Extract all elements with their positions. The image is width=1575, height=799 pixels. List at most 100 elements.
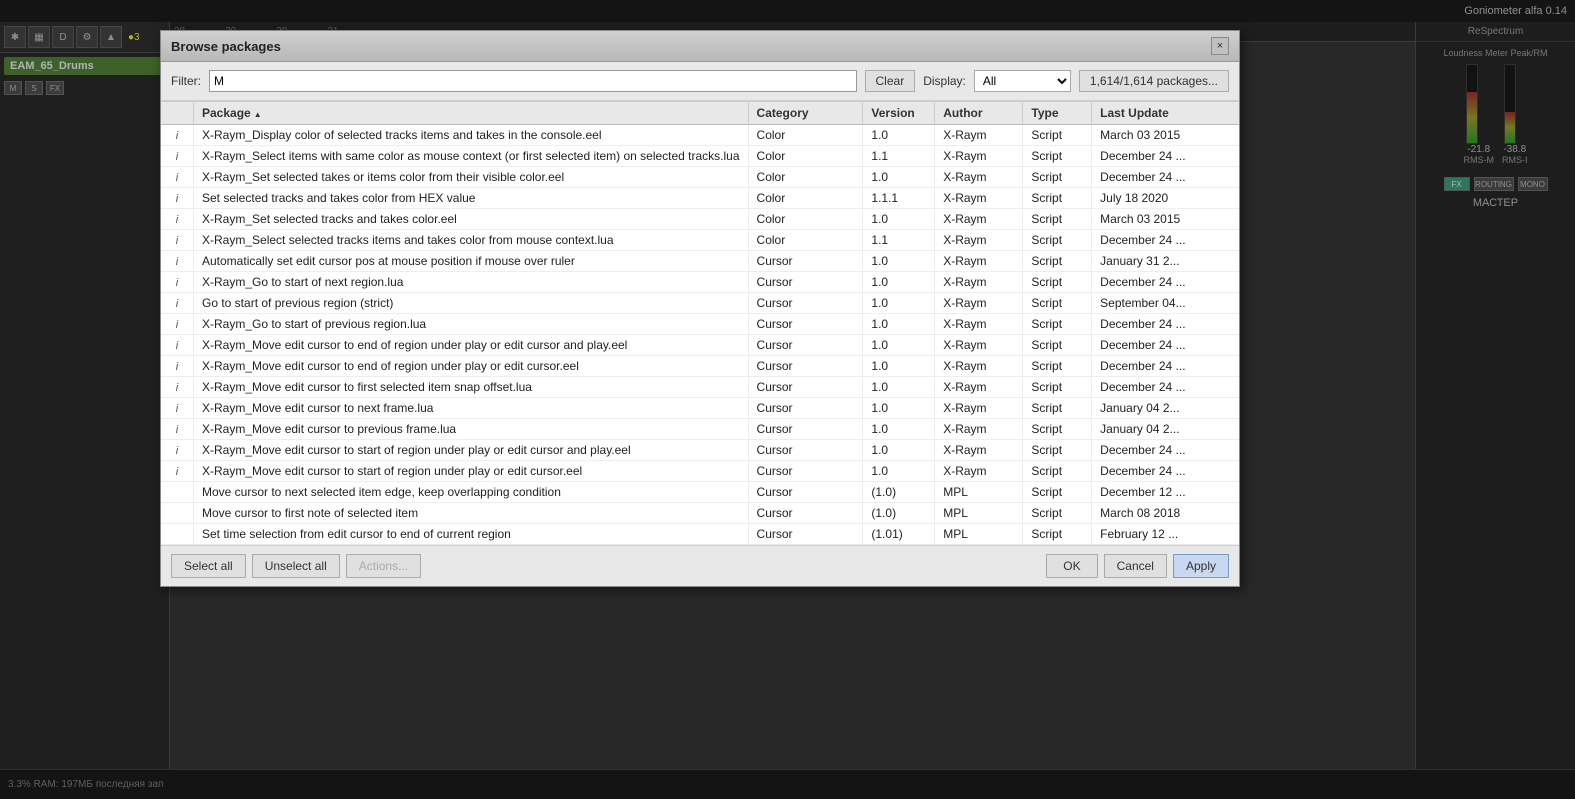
row-author: X-Raym bbox=[935, 314, 1023, 335]
row-version: 1.1 bbox=[863, 230, 935, 251]
row-type: Script bbox=[1023, 419, 1092, 440]
row-package: X-Raym_Display color of selected tracks … bbox=[194, 125, 749, 146]
col-header-package[interactable]: Package▲ bbox=[194, 102, 749, 125]
table-row[interactable]: i X-Raym_Display color of selected track… bbox=[161, 125, 1239, 146]
table-row[interactable]: i X-Raym_Select selected tracks items an… bbox=[161, 230, 1239, 251]
table-row[interactable]: i X-Raym_Move edit cursor to next frame.… bbox=[161, 398, 1239, 419]
row-type: Script bbox=[1023, 335, 1092, 356]
row-lastupdate: December 24 ... bbox=[1092, 335, 1239, 356]
row-lastupdate: December 24 ... bbox=[1092, 377, 1239, 398]
row-author: X-Raym bbox=[935, 125, 1023, 146]
row-version: 1.0 bbox=[863, 251, 935, 272]
row-package: X-Raym_Move edit cursor to end of region… bbox=[194, 335, 749, 356]
row-lastupdate: January 31 2... bbox=[1092, 251, 1239, 272]
row-package: X-Raym_Move edit cursor to start of regi… bbox=[194, 461, 749, 482]
row-type: Script bbox=[1023, 440, 1092, 461]
table-row[interactable]: i X-Raym_Move edit cursor to end of regi… bbox=[161, 335, 1239, 356]
browse-packages-dialog: Browse packages × Filter: Clear Display:… bbox=[160, 30, 1240, 587]
row-icon: i bbox=[161, 398, 194, 419]
row-version: 1.0 bbox=[863, 167, 935, 188]
apply-button[interactable]: Apply bbox=[1173, 554, 1229, 578]
table-row[interactable]: i Go to start of previous region (strict… bbox=[161, 293, 1239, 314]
row-category: Cursor bbox=[748, 356, 863, 377]
packages-table-body: i X-Raym_Display color of selected track… bbox=[161, 125, 1239, 545]
row-category: Cursor bbox=[748, 293, 863, 314]
row-category: Cursor bbox=[748, 314, 863, 335]
row-type: Script bbox=[1023, 230, 1092, 251]
row-icon: i bbox=[161, 335, 194, 356]
packages-count-button[interactable]: 1,614/1,614 packages... bbox=[1079, 70, 1229, 92]
row-category: Cursor bbox=[748, 398, 863, 419]
col-header-author[interactable]: Author bbox=[935, 102, 1023, 125]
row-type: Script bbox=[1023, 272, 1092, 293]
table-row[interactable]: i X-Raym_Set selected tracks and takes c… bbox=[161, 209, 1239, 230]
row-version: 1.0 bbox=[863, 440, 935, 461]
unselect-all-button[interactable]: Unselect all bbox=[252, 554, 340, 578]
col-header-lastupdate[interactable]: Last Update bbox=[1092, 102, 1239, 125]
row-lastupdate: March 03 2015 bbox=[1092, 209, 1239, 230]
row-package: X-Raym_Select items with same color as m… bbox=[194, 146, 749, 167]
filter-label: Filter: bbox=[171, 74, 201, 88]
table-row[interactable]: i X-Raym_Select items with same color as… bbox=[161, 146, 1239, 167]
dialog-close-button[interactable]: × bbox=[1211, 37, 1229, 55]
row-package: Move cursor to first note of selected it… bbox=[194, 503, 749, 524]
row-version: (1.0) bbox=[863, 503, 935, 524]
row-lastupdate: December 24 ... bbox=[1092, 356, 1239, 377]
row-type: Script bbox=[1023, 524, 1092, 545]
row-icon: i bbox=[161, 125, 194, 146]
col-header-version[interactable]: Version bbox=[863, 102, 935, 125]
clear-button[interactable]: Clear bbox=[865, 70, 916, 92]
col-header-category[interactable]: Category bbox=[748, 102, 863, 125]
row-author: X-Raym bbox=[935, 188, 1023, 209]
table-row[interactable]: i X-Raym_Set selected takes or items col… bbox=[161, 167, 1239, 188]
table-row[interactable]: i Automatically set edit cursor pos at m… bbox=[161, 251, 1239, 272]
table-row[interactable]: Move cursor to next selected item edge, … bbox=[161, 482, 1239, 503]
row-author: X-Raym bbox=[935, 209, 1023, 230]
row-icon: i bbox=[161, 356, 194, 377]
row-version: 1.1.1 bbox=[863, 188, 935, 209]
table-row[interactable]: i X-Raym_Move edit cursor to start of re… bbox=[161, 440, 1239, 461]
row-author: X-Raym bbox=[935, 146, 1023, 167]
row-icon: i bbox=[161, 230, 194, 251]
cancel-button[interactable]: Cancel bbox=[1104, 554, 1167, 578]
row-type: Script bbox=[1023, 482, 1092, 503]
table-row[interactable]: i Set selected tracks and takes color fr… bbox=[161, 188, 1239, 209]
display-select[interactable]: All Installed Not Installed bbox=[974, 70, 1071, 92]
dialog-overlay: Browse packages × Filter: Clear Display:… bbox=[0, 0, 1575, 799]
row-lastupdate: February 12 ... bbox=[1092, 524, 1239, 545]
table-row[interactable]: Move cursor to first note of selected it… bbox=[161, 503, 1239, 524]
actions-button[interactable]: Actions... bbox=[346, 554, 421, 578]
row-category: Color bbox=[748, 209, 863, 230]
table-row[interactable]: i X-Raym_Go to start of previous region.… bbox=[161, 314, 1239, 335]
row-author: X-Raym bbox=[935, 356, 1023, 377]
row-author: X-Raym bbox=[935, 461, 1023, 482]
row-type: Script bbox=[1023, 146, 1092, 167]
row-lastupdate: March 03 2015 bbox=[1092, 125, 1239, 146]
table-row[interactable]: Set time selection from edit cursor to e… bbox=[161, 524, 1239, 545]
table-row[interactable]: i X-Raym_Move edit cursor to end of regi… bbox=[161, 356, 1239, 377]
table-row[interactable]: i X-Raym_Go to start of next region.lua … bbox=[161, 272, 1239, 293]
ok-button[interactable]: OK bbox=[1046, 554, 1097, 578]
filter-input[interactable] bbox=[209, 70, 857, 92]
table-row[interactable]: i X-Raym_Move edit cursor to first selec… bbox=[161, 377, 1239, 398]
row-version: 1.0 bbox=[863, 125, 935, 146]
row-category: Cursor bbox=[748, 377, 863, 398]
dialog-title-bar[interactable]: Browse packages × bbox=[161, 31, 1239, 62]
table-row[interactable]: i X-Raym_Move edit cursor to start of re… bbox=[161, 461, 1239, 482]
row-author: X-Raym bbox=[935, 377, 1023, 398]
row-package: Set selected tracks and takes color from… bbox=[194, 188, 749, 209]
table-row[interactable]: i X-Raym_Move edit cursor to previous fr… bbox=[161, 419, 1239, 440]
row-category: Color bbox=[748, 188, 863, 209]
row-icon: i bbox=[161, 209, 194, 230]
packages-table-container[interactable]: Package▲ Category Version Author Type La… bbox=[161, 101, 1239, 545]
row-icon: i bbox=[161, 167, 194, 188]
row-lastupdate: July 18 2020 bbox=[1092, 188, 1239, 209]
row-lastupdate: December 24 ... bbox=[1092, 461, 1239, 482]
col-header-type[interactable]: Type bbox=[1023, 102, 1092, 125]
dialog-title: Browse packages bbox=[171, 39, 1211, 54]
row-icon: i bbox=[161, 461, 194, 482]
row-category: Cursor bbox=[748, 419, 863, 440]
table-header-row: Package▲ Category Version Author Type La… bbox=[161, 102, 1239, 125]
select-all-button[interactable]: Select all bbox=[171, 554, 246, 578]
row-lastupdate: December 24 ... bbox=[1092, 167, 1239, 188]
